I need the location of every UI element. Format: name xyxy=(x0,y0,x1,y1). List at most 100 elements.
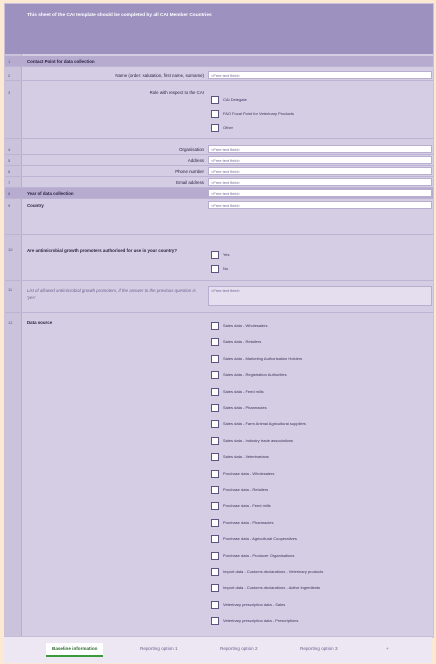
role-option-other[interactable]: Other xyxy=(211,124,233,132)
organisation-field[interactable]: <Free text field> xyxy=(208,145,432,153)
organisation-label: Organisation xyxy=(179,147,204,152)
data-source-option[interactable]: Import data - Customs declarations - Vet… xyxy=(211,568,323,576)
checkbox-icon[interactable] xyxy=(211,453,219,462)
data-source-option[interactable]: Sales data - Registration Authorities xyxy=(211,371,287,380)
agp-list-field[interactable]: <Free text field> xyxy=(208,286,432,306)
checkbox-icon[interactable] xyxy=(211,322,219,330)
spreadsheet: This sheet of the CAI template should be… xyxy=(4,3,434,638)
checkbox-icon[interactable] xyxy=(211,404,219,412)
tab-reporting-option-3[interactable]: Reporting option 3 xyxy=(294,643,344,655)
contact-heading-row: 1 Contact Point for data collection xyxy=(5,56,433,67)
data-source-option[interactable]: Import data - Customs declarations - Act… xyxy=(211,584,320,593)
data-source-option[interactable]: Purchase data - Agricultural Cooperative… xyxy=(211,535,297,544)
data-source-option[interactable]: Veterinary prescription data - Sales xyxy=(211,600,285,609)
address-field[interactable]: <Free text field> xyxy=(208,156,432,164)
checkbox-icon[interactable] xyxy=(211,551,219,560)
role-option-cai-delegate[interactable]: CAI Delegate xyxy=(211,96,247,104)
row-number: 10 xyxy=(8,247,13,252)
checkbox-icon[interactable] xyxy=(211,251,219,259)
data-source-option[interactable]: Veterinary prescription data - Prescript… xyxy=(211,617,298,626)
agp-question: Are antimicrobial growth promoters autho… xyxy=(27,248,178,253)
checkbox-icon[interactable] xyxy=(211,265,219,273)
agp-option-yes[interactable]: Yes xyxy=(211,251,230,259)
phone-field[interactable]: <Free text field> xyxy=(208,167,432,175)
checkbox-icon[interactable] xyxy=(211,436,219,445)
data-source-option[interactable]: Sales data - Wholesalers xyxy=(211,322,267,330)
row-number: 9 xyxy=(8,203,11,208)
phone-row: 6 Phone number <Free text field> xyxy=(5,166,433,177)
checkbox-icon[interactable] xyxy=(211,338,219,347)
header-band: This sheet of the CAI template should be… xyxy=(5,4,433,54)
data-source-option[interactable]: Sales data - Industry trade associations xyxy=(211,436,293,445)
country-row: 9 Country <Free text field> xyxy=(5,200,433,235)
email-row: 7 Email address <Free text field> xyxy=(5,177,433,188)
data-source-row: 12 Data source Sales data - Wholesalers S… xyxy=(5,316,433,637)
row-number: 4 xyxy=(8,147,11,152)
checkbox-icon[interactable] xyxy=(211,584,219,593)
row-number: 2 xyxy=(8,73,11,78)
checkbox-icon[interactable] xyxy=(211,518,219,527)
data-source-option[interactable]: Sales data - Veterinarians xyxy=(211,453,269,462)
checkbox-icon[interactable] xyxy=(211,486,219,494)
agp-row: 10 Are antimicrobial growth promoters au… xyxy=(5,242,433,281)
email-field[interactable]: <Free text field> xyxy=(208,178,432,186)
data-source-option[interactable]: Purchase data - Feed mills xyxy=(211,502,271,511)
data-source-option[interactable]: Sales data - Retailers xyxy=(211,338,261,347)
organisation-row: 4 Organisation <Free text field> xyxy=(5,144,433,155)
role-option-fao[interactable]: FAO Focal Point for Veterinary Products xyxy=(211,110,294,118)
row-number: 12 xyxy=(8,320,13,325)
data-source-option[interactable]: Purchase data - Producer Organisations xyxy=(211,551,294,560)
data-source-option[interactable]: Sales data - Marketing Authorisation Hol… xyxy=(211,354,302,363)
email-label: Email address xyxy=(176,180,204,185)
checkbox-icon[interactable] xyxy=(211,110,219,118)
address-label: Address xyxy=(187,158,204,163)
year-label: Year of data collection xyxy=(27,191,74,196)
add-sheet-button[interactable]: + xyxy=(380,643,395,655)
checkbox-icon[interactable] xyxy=(211,617,219,626)
address-row: 5 Address <Free text field> xyxy=(5,155,433,166)
data-source-option[interactable]: Sales data - Farm Animal Agricultural su… xyxy=(211,420,306,429)
sheet-tab-bar: Baseline information Reporting option 1 … xyxy=(4,636,432,663)
data-source-option[interactable]: Sales data - Feed mills xyxy=(211,387,264,396)
tab-reporting-option-2[interactable]: Reporting option 2 xyxy=(214,643,264,655)
checkbox-icon[interactable] xyxy=(211,600,219,609)
checkbox-icon[interactable] xyxy=(211,387,219,396)
year-field[interactable]: <Free text field> xyxy=(208,189,432,197)
row-number: 8 xyxy=(8,191,11,196)
name-field[interactable]: <Free text field> xyxy=(208,71,432,79)
checkbox-icon[interactable] xyxy=(211,469,219,478)
checkbox-icon[interactable] xyxy=(211,420,219,429)
role-row: 3 Role with respect to the CAI CAI Deleg… xyxy=(5,84,433,139)
contact-heading: Contact Point for data collection xyxy=(27,59,95,64)
checkbox-icon[interactable] xyxy=(211,96,219,104)
country-label: Country xyxy=(27,203,44,208)
sheet-title: This sheet of the CAI template should be… xyxy=(27,13,212,18)
checkbox-icon[interactable] xyxy=(211,354,219,363)
checkbox-icon[interactable] xyxy=(211,502,219,511)
row-number: 1 xyxy=(8,59,11,64)
name-label: Name (order: salutation, first name, sur… xyxy=(115,73,204,78)
checkbox-icon[interactable] xyxy=(211,535,219,544)
data-source-option[interactable]: Purchase data - Retailers xyxy=(211,486,268,494)
tab-baseline-information[interactable]: Baseline information xyxy=(46,643,104,657)
data-source-option[interactable]: Sales data - Pharmacies xyxy=(211,404,267,412)
row-number: 11 xyxy=(8,287,13,292)
agp-option-no[interactable]: No xyxy=(211,265,228,273)
checkbox-icon[interactable] xyxy=(211,568,219,576)
country-field[interactable]: <Free text field> xyxy=(208,201,432,209)
row-number: 7 xyxy=(8,180,11,185)
data-source-label: Data source xyxy=(27,320,53,325)
data-source-option[interactable]: Purchase data - Pharmacies xyxy=(211,518,273,527)
checkbox-icon[interactable] xyxy=(211,124,219,132)
row-number: 3 xyxy=(8,90,11,95)
agp-list-label: List of allowed antimicrobial growth pro… xyxy=(27,288,196,300)
role-label: Role with respect to the CAI xyxy=(149,90,204,95)
row-number: 5 xyxy=(8,158,11,163)
phone-label: Phone number xyxy=(175,169,204,174)
tab-reporting-option-1[interactable]: Reporting option 1 xyxy=(134,643,184,655)
agp-list-row: 11 List of allowed antimicrobial growth … xyxy=(5,282,433,313)
year-row: 8 Year of data collection <Free text fie… xyxy=(5,188,433,199)
name-row: 2 Name (order: salutation, first name, s… xyxy=(5,70,433,81)
data-source-option[interactable]: Purchase data - Wholesalers xyxy=(211,469,274,478)
checkbox-icon[interactable] xyxy=(211,371,219,380)
